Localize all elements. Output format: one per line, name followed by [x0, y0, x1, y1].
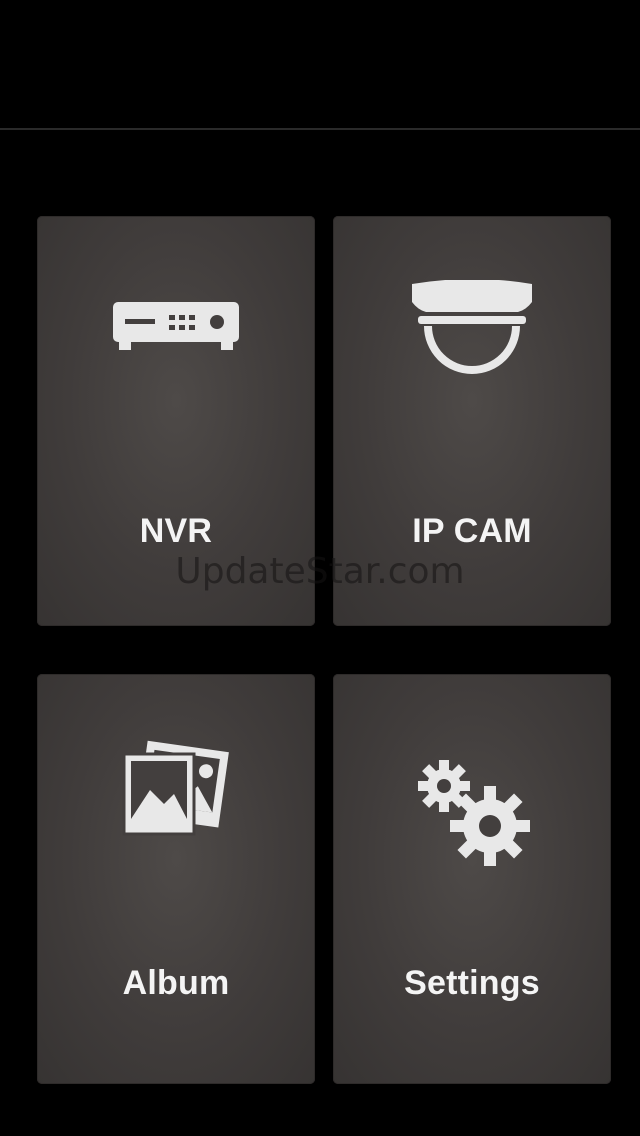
settings-label: Settings: [404, 964, 540, 1002]
album-tile[interactable]: Album: [37, 674, 315, 1084]
settings-tile[interactable]: Settings: [333, 674, 611, 1084]
photo-album-icon: [37, 674, 315, 924]
nvr-label: NVR: [139, 512, 213, 550]
ip-cam-tile[interactable]: IP CAM: [333, 216, 611, 626]
dome-camera-icon: [333, 216, 611, 466]
album-label: Album: [122, 964, 230, 1002]
gears-icon: [333, 674, 611, 924]
top-bar: [0, 0, 640, 128]
top-divider: [0, 128, 640, 130]
nvr-tile[interactable]: NVR: [37, 216, 315, 626]
ip-cam-label: IP CAM: [412, 512, 532, 550]
nvr-device-icon: [37, 216, 315, 466]
